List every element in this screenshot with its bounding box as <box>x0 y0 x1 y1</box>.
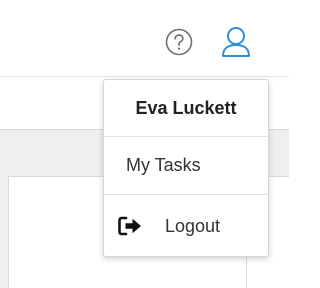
logout-label: Logout <box>165 215 221 236</box>
user-dropdown-menu: Eva Luckett My Tasks Logout <box>103 79 269 257</box>
app-screen: Eva Luckett My Tasks Logout <box>0 0 289 288</box>
user-menu-button[interactable] <box>219 24 253 60</box>
logout-menu-item[interactable]: Logout <box>104 195 268 257</box>
my-tasks-menu-item[interactable]: My Tasks <box>104 137 268 195</box>
user-outline-icon <box>222 27 250 57</box>
my-tasks-label: My Tasks <box>126 155 201 175</box>
question-circle-icon <box>165 28 193 56</box>
user-name-label: Eva Luckett <box>104 80 268 137</box>
sign-out-icon <box>117 215 143 237</box>
help-button[interactable] <box>164 27 194 57</box>
top-header-bar <box>0 0 289 77</box>
